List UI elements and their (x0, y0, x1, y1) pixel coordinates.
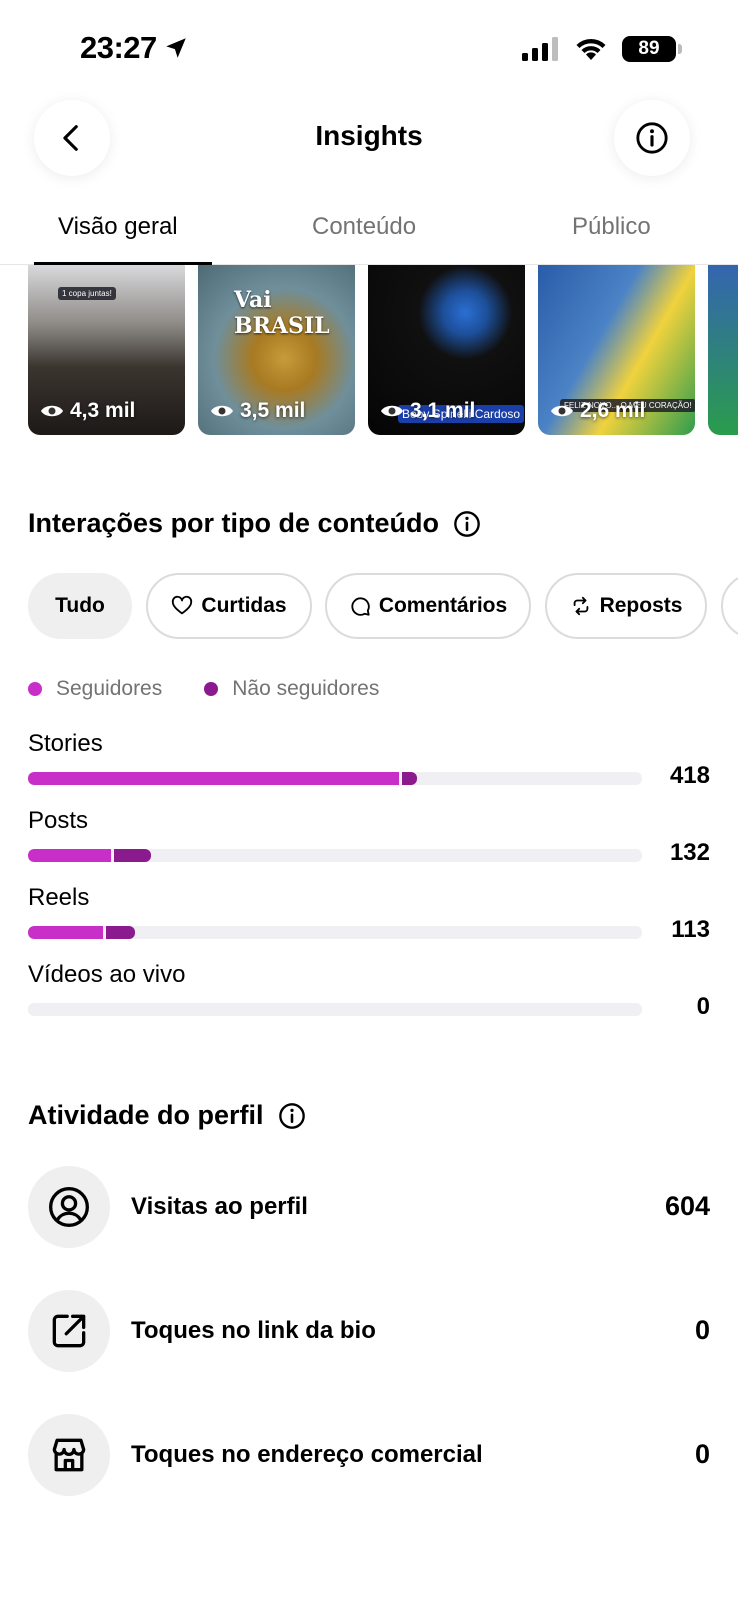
status-bar: 23:27 89 (0, 0, 738, 100)
wifi-icon (576, 38, 606, 60)
content-thumbnail[interactable]: FELIZ NOVO... O MEU CORAÇÃO! 2,6 mil (538, 265, 695, 435)
chart-legend: Seguidores Não seguidores (28, 677, 379, 701)
filter-all-chip[interactable]: Tudo (28, 573, 132, 639)
filter-comments-chip[interactable]: Comentários (325, 573, 531, 639)
bar-segment-non-followers (113, 849, 151, 862)
info-icon (636, 122, 668, 154)
filter-likes-chip[interactable]: Curtidas (146, 573, 312, 639)
eye-icon (381, 405, 403, 417)
eye-icon (551, 405, 573, 417)
filter-reposts-chip[interactable]: Reposts (545, 573, 707, 639)
content-thumbnail[interactable]: 1 copa juntas! 4,3 mil (28, 265, 185, 435)
comment-icon (351, 597, 370, 616)
bar-row-posts: Posts 132 (28, 807, 710, 877)
info-icon[interactable] (278, 1102, 306, 1130)
content-type-filters: Tudo Curtidas Comentários Reposts (28, 573, 738, 639)
info-button[interactable] (614, 100, 690, 176)
eye-icon (41, 405, 63, 417)
storefront-icon-wrap (28, 1414, 110, 1496)
tab-content[interactable]: Conteúdo (312, 213, 416, 241)
bar-value: 113 (671, 916, 710, 943)
top-nav: Insights (0, 100, 738, 180)
profile-activity-title: Atividade do perfil (28, 1100, 306, 1131)
bar-value: 0 (696, 993, 710, 1020)
bar-row-live-videos: Vídeos ao vivo 0 (28, 961, 710, 1031)
bar-label: Stories (28, 730, 103, 757)
activity-value: 0 (694, 1315, 710, 1345)
legend-followers: Seguidores (56, 677, 163, 700)
profile-icon-wrap (28, 1166, 110, 1248)
business-address-taps-row[interactable]: Toques no endereço comercial 0 (28, 1414, 710, 1496)
bar-track (28, 1003, 642, 1016)
bar-label: Reels (28, 884, 90, 911)
bar-row-stories: Stories 418 (28, 730, 710, 800)
clock: 23:27 (80, 30, 189, 66)
battery-level: 89 (638, 38, 660, 59)
view-count: 3,5 mil (210, 399, 305, 423)
repost-icon (573, 596, 588, 616)
bar-track (28, 849, 642, 862)
activity-label: Toques no link da bio (131, 1317, 376, 1344)
info-icon[interactable] (453, 510, 481, 538)
cellular-signal-icon (522, 37, 558, 61)
legend-dot-non-followers (204, 682, 219, 696)
profile-visits-row[interactable]: Visitas ao perfil 604 (28, 1166, 710, 1248)
insights-tabs: Visão geral Conteúdo Público (0, 205, 738, 265)
content-thumbnail[interactable] (708, 265, 738, 435)
profile-icon (49, 1187, 89, 1227)
content-thumbnail[interactable]: Beby Spinelli Cardoso 3,1 mil (368, 265, 525, 435)
eye-icon (211, 405, 233, 417)
storefront-icon (52, 1438, 86, 1472)
bar-label: Posts (28, 807, 89, 834)
tab-overview[interactable]: Visão geral (58, 213, 178, 241)
thumbnail-caption: Vai BRASIL (234, 287, 330, 339)
bar-segment-non-followers (105, 926, 135, 939)
bar-value: 132 (669, 839, 710, 866)
interactions-title: Interações por tipo de conteúdo (28, 508, 481, 539)
clock-time: 23:27 (80, 30, 157, 65)
view-count: 4,3 mil (40, 399, 135, 423)
bar-track (28, 772, 642, 785)
bar-segment-followers (28, 926, 103, 939)
heart-icon (172, 595, 193, 615)
content-thumbnail[interactable]: Vai BRASIL 3,5 mil (198, 265, 355, 435)
bar-segment-non-followers (402, 772, 417, 785)
external-link-icon-wrap (28, 1290, 110, 1372)
view-count: 3,1 mil (380, 399, 475, 423)
legend-dot-followers (28, 682, 42, 696)
location-arrow-icon (166, 38, 186, 58)
filter-more-chip[interactable] (721, 573, 738, 639)
view-count: 2,6 mil (550, 399, 645, 423)
bar-value: 418 (669, 762, 710, 789)
legend-non-followers: Não seguidores (232, 677, 380, 700)
activity-label: Toques no endereço comercial (131, 1441, 483, 1468)
battery-icon: 89 (622, 36, 682, 62)
bio-link-taps-row[interactable]: Toques no link da bio 0 (28, 1290, 710, 1372)
top-content-carousel: 1 copa juntas! 4,3 mil Vai BRASIL 3,5 mi… (28, 265, 738, 435)
activity-value: 604 (664, 1191, 710, 1221)
external-link-icon (52, 1314, 86, 1348)
bar-row-reels: Reels 113 (28, 884, 710, 954)
status-indicators: 89 (522, 36, 682, 62)
activity-label: Visitas ao perfil (131, 1193, 308, 1220)
tab-audience[interactable]: Público (572, 213, 651, 241)
bar-segment-followers (28, 849, 111, 862)
bar-track (28, 926, 642, 939)
bar-label: Vídeos ao vivo (28, 961, 186, 988)
thumbnail-caption: 1 copa juntas! (58, 287, 116, 300)
bar-segment-followers (28, 772, 400, 785)
activity-value: 0 (694, 1439, 710, 1469)
